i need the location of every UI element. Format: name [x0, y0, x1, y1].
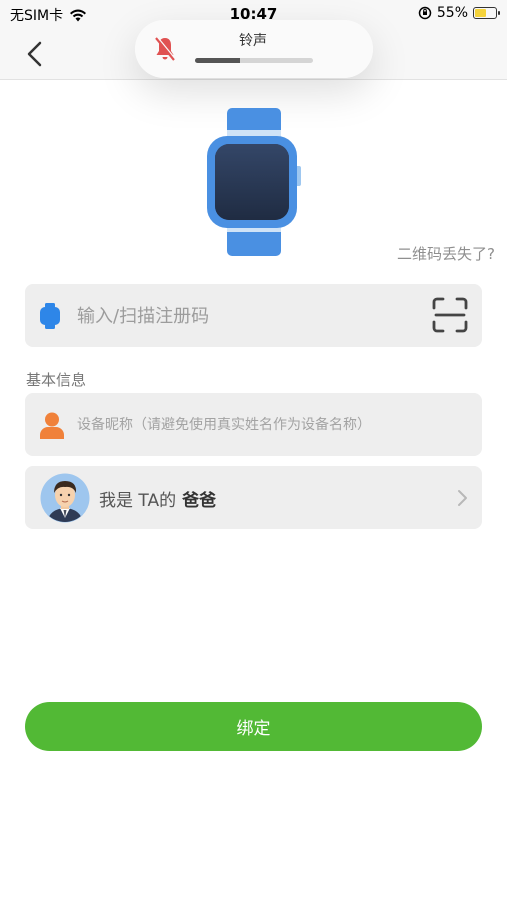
person-icon	[40, 412, 64, 439]
registration-code-field	[25, 284, 482, 347]
relationship-selector[interactable]: 我是 TA的 爸爸	[25, 466, 482, 529]
battery-icon	[473, 7, 500, 19]
basic-info-label: 基本信息	[26, 371, 87, 389]
relationship-prefix: 我是 TA的	[99, 491, 177, 511]
bind-device-screen: 无SIM卡 10:47 55% 铃声 二维码丢失了? 输入/扫描注册码 基本信息…	[0, 0, 507, 900]
status-right: 55%	[418, 5, 500, 21]
device-nickname-field	[25, 393, 482, 456]
ringer-label: 铃声	[239, 33, 267, 49]
bind-button[interactable]: 绑定	[25, 702, 482, 751]
battery-percent: 55%	[436, 5, 468, 21]
relationship-value: 爸爸	[182, 491, 217, 511]
relationship-text: 我是 TA的 爸爸	[99, 486, 216, 511]
back-button[interactable]	[20, 38, 50, 70]
ringer-volume-fill	[195, 58, 240, 63]
ringer-volume-track	[195, 58, 313, 63]
registration-code-input[interactable]	[77, 300, 417, 332]
ringer-volume-hud: 铃声	[135, 20, 373, 78]
battery-fill	[475, 9, 486, 17]
orientation-lock-icon	[418, 6, 432, 20]
bell-muted-icon	[155, 36, 176, 61]
device-nickname-input[interactable]	[77, 411, 472, 439]
watch-icon	[40, 303, 60, 329]
scan-qr-icon[interactable]	[432, 297, 468, 333]
chevron-right-icon	[458, 490, 467, 506]
lost-qr-link[interactable]: 二维码丢失了?	[397, 243, 495, 264]
dad-avatar	[40, 473, 90, 523]
smartwatch-illustration	[207, 108, 301, 256]
